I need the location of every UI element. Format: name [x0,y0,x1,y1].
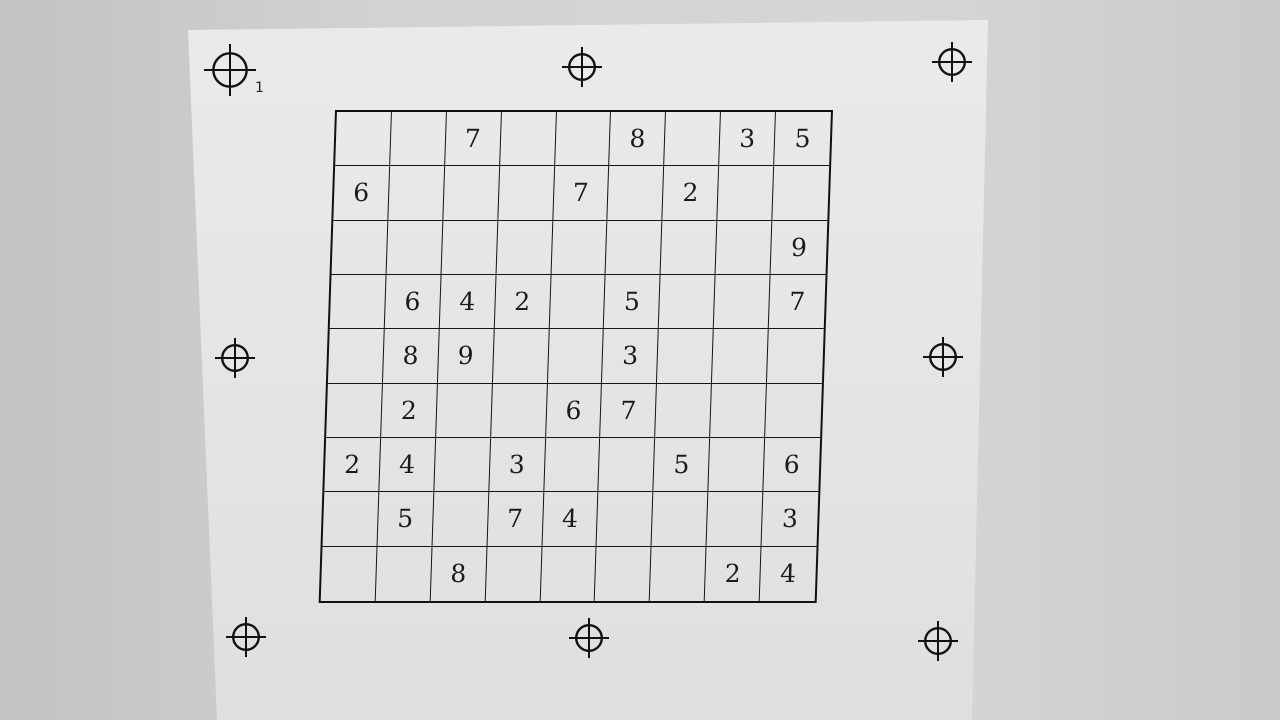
grid-cell: 8 [382,329,440,384]
grid-cell [329,274,387,330]
grid-cell: 9 [437,329,495,384]
grid-cell: 3 [719,112,777,167]
grid-cell: 7 [487,492,544,547]
grid-cell [595,546,652,601]
grid-cell: 2 [324,437,381,493]
grid-cell [607,166,665,221]
grid-cell [551,220,608,275]
grid-cell [435,383,493,438]
grid-cell: 5 [377,492,435,547]
grid-cell: 5 [604,274,661,330]
grid-cell: 4 [542,492,599,547]
grid-cell [549,274,606,330]
grid-cell: 2 [662,166,720,221]
crosshair-icon [923,337,963,377]
grid-cell: 2 [494,274,552,330]
grid-cell: 7 [600,383,658,438]
grid-cell [660,220,718,275]
grid-cell [492,329,550,384]
grid-cell [331,220,389,275]
grid-cell [596,492,654,547]
grid-cell [717,166,775,221]
grid-cell [485,546,543,601]
grid-cell [772,166,830,221]
grid-cell: 4 [379,437,436,493]
grid-cell [765,383,822,438]
grid-cell: 3 [488,437,546,493]
grid-cell [322,492,380,547]
grid-cell [388,166,445,221]
grid-cell: 8 [430,546,488,601]
grid-cell [441,220,498,275]
grid-cell [547,329,605,384]
grid-cell [605,220,663,275]
grid-cell [496,220,553,275]
grid-cell [706,492,764,547]
grid-cell: 7 [444,112,502,167]
grid-cell [710,383,768,438]
grid-cell [434,437,491,493]
grid-cell: 5 [653,437,711,493]
grid-cell: 3 [761,492,819,547]
grid-cell [490,383,548,438]
grid-cell [386,220,444,275]
grid-cell [443,166,500,221]
grid-cell: 7 [552,166,610,221]
crosshair-icon [932,42,972,82]
grid-cell [335,112,392,167]
grid-cell [326,383,383,438]
crosshair-icon [569,618,609,658]
marker-label: 1 [255,80,264,96]
grid-cell: 5 [774,112,831,167]
grid-cell [598,437,656,493]
crosshair-icon [215,338,255,378]
grid-cell: 6 [763,437,821,493]
crosshair-icon [226,617,266,657]
grid-cell: 6 [545,383,603,438]
grid-cell [375,546,433,601]
grid-cell: 6 [333,166,391,221]
grid-cell: 6 [384,274,442,330]
grid-cell [497,166,555,221]
grid-cell [664,112,722,167]
grid-cell [712,329,769,384]
grid-cell: 7 [768,274,826,330]
grid-cell [655,383,713,438]
grid-cell [540,546,597,601]
grid-cell [554,112,612,167]
grid-cell [767,329,824,384]
crosshair-icon [918,621,958,661]
grid-cell [715,220,773,275]
grid-cell [499,112,557,167]
sudoku-grid: 7835672964257893267243565743824 [318,110,833,603]
grid-cell [327,329,385,384]
grid-cell [320,546,378,601]
grid-cell: 8 [609,112,667,167]
grid-cell [659,274,716,330]
crosshair-icon [204,44,256,96]
grid-cell: 2 [380,383,438,438]
grid-cell [657,329,714,384]
crosshair-icon [562,47,602,87]
grid-cell: 2 [704,546,762,601]
grid-cell [432,492,489,547]
grid-cell [713,274,771,330]
grid-cell [650,546,707,601]
grid-cell: 9 [770,220,828,275]
grid-cell [390,112,447,167]
grid-cell: 4 [779,559,797,589]
grid-cell [708,437,766,493]
grid-cell: 3 [602,329,660,384]
grid-cell [543,437,601,493]
grid-cell: 4 [439,274,497,330]
grid-cell [651,492,709,547]
